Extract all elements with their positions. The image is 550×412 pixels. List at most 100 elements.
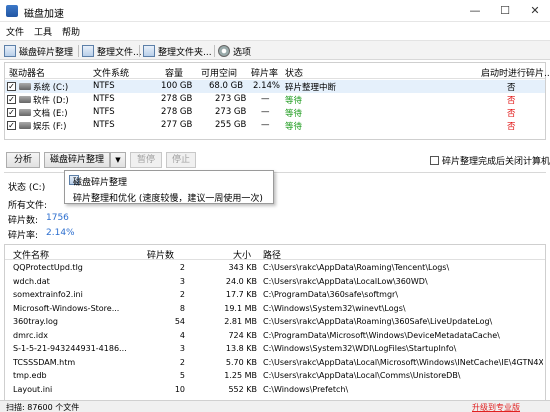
col-frag-rate[interactable]: 碎片率 (251, 66, 278, 79)
drive-status: 等待 (285, 96, 303, 106)
drive-capacity: 100 GB (161, 81, 193, 91)
drive-checkbox[interactable]: ✓ (7, 82, 16, 91)
col-drive-name[interactable]: 驱动器名 (9, 66, 45, 79)
col-capacity[interactable]: 容量 (165, 66, 183, 79)
drive-checkbox[interactable]: ✓ (7, 121, 16, 130)
file-size: 17.7 KB (225, 290, 257, 299)
file-frags: 2 (179, 357, 185, 367)
drive-icon (19, 122, 31, 129)
file-path: C:\Users\rakc\AppData\LocalLow\360WD\ (263, 276, 428, 286)
file-row[interactable]: TCSSSDAM.htm 2 5.70 KB C:\Users\rakc\AppDat… (5, 358, 545, 369)
col-file-name[interactable]: 文件名称 (13, 248, 49, 261)
drive-fs: NTFS (93, 107, 115, 117)
status-label: 状态 (C:) (8, 183, 46, 193)
file-size: 1.25 MB (224, 371, 257, 380)
action-bar: 分析 磁盘碎片整理 ▼ 暂停 停止 碎片整理完成后关闭计算机 (0, 152, 550, 170)
file-path: C:\Users\rakc\AppData\Local\Comms\Unisto… (263, 371, 461, 380)
col-path[interactable]: 路径 (263, 248, 281, 261)
drive-fs: NTFS (93, 94, 115, 104)
file-frags: 3 (179, 344, 185, 353)
drive-free: 68.0 GB (209, 81, 244, 91)
defrag-toolbar-button[interactable]: 磁盘碎片整理 (4, 43, 73, 59)
drive-frag: — (261, 107, 270, 117)
file-size: 19.1 MB (224, 303, 257, 313)
file-row[interactable]: QQProtectUpd.tlg 2 343 KB C:\Users\rakc\App… (5, 263, 545, 274)
upgrade-link[interactable]: 升级到专业版 (472, 402, 520, 412)
drive-startup: 否 (507, 83, 516, 93)
file-path: C:\Users\rakc\AppData\Local\Microsoft\Wi… (263, 357, 543, 367)
minimize-button[interactable]: — (460, 0, 490, 22)
menu-item-defrag-label: 磁盘碎片整理 (73, 178, 128, 188)
gear-icon (218, 45, 230, 57)
close-button[interactable]: ✕ (520, 0, 550, 22)
file-path: C:\Windows\System32\winevt\Logs\ (263, 303, 406, 313)
file-path: C:\Windows\Prefetch\ (263, 384, 349, 394)
defrag-dropdown-menu: 磁盘碎片整理 碎片整理和优化 (速度较慢，建议一周使用一次) (64, 170, 274, 204)
file-row[interactable]: somextrainfo2.ini 2 17.7 KB C:\ProgramData\… (5, 290, 545, 301)
drive-capacity: 277 GB (161, 120, 193, 130)
file-size: 24.0 KB (225, 276, 257, 286)
col-startup[interactable]: 启动时进行碎片... (481, 66, 550, 79)
col-size[interactable]: 大小 (233, 248, 251, 261)
file-name: Layout.ini (13, 384, 53, 394)
title-bar: 磁盘加速 — ☐ ✕ (0, 0, 550, 22)
drive-row[interactable]: ✓ 软件 (D:) NTFS 278 GB 273 GB — 等待 否 (5, 93, 545, 106)
file-size: 724 KB (228, 330, 257, 340)
drive-row[interactable]: ✓ 系统 (C:) NTFS 100 GB 68.0 GB 2.14% 碎片整理… (5, 80, 545, 93)
options-label: 选项 (233, 47, 252, 58)
file-frags: 2 (179, 263, 185, 272)
defrag-folder-button[interactable]: 整理文件夹... (143, 43, 212, 59)
defrag-file-button[interactable]: 整理文件... (82, 43, 142, 59)
defrag-button[interactable]: 磁盘碎片整理 (44, 152, 110, 168)
file-row[interactable]: S-1-5-21-943244931-4186... 3 13.8 KB C:\Win… (5, 344, 545, 355)
file-table-header: 文件名称 碎片数 大小 路径 (5, 245, 545, 261)
col-frag-count[interactable]: 碎片数 (147, 248, 174, 261)
drive-status: 等待 (285, 109, 303, 119)
drive-checkbox[interactable]: ✓ (7, 95, 16, 104)
file-row[interactable]: tmp.edb 5 1.25 MB C:\Users\rakc\AppData\Loc… (5, 371, 545, 382)
drive-row[interactable]: ✓ 文档 (E:) NTFS 278 GB 273 GB — 等待 否 (5, 106, 545, 119)
drive-frag: — (261, 94, 270, 104)
menu-file[interactable]: 文件 (6, 25, 24, 38)
menu-item-defrag[interactable]: 磁盘碎片整理 (65, 172, 273, 188)
col-free-space[interactable]: 可用空间 (201, 66, 237, 79)
file-row[interactable]: Microsoft-Windows-Store... 8 19.1 MB C:\Win… (5, 304, 545, 315)
shutdown-checkbox[interactable]: 碎片整理完成后关闭计算机 (430, 154, 550, 167)
menu-tools[interactable]: 工具 (34, 25, 52, 38)
col-filesystem[interactable]: 文件系统 (93, 66, 129, 79)
file-size: 552 KB (228, 384, 257, 394)
stop-button[interactable]: 停止 (166, 152, 196, 168)
file-icon (82, 45, 94, 57)
file-size: 5.70 KB (225, 357, 257, 367)
file-row[interactable]: dmrc.idx 4 724 KB C:\ProgramData\Microsoft\… (5, 331, 545, 342)
analyze-button[interactable]: 分析 (6, 152, 40, 168)
frag-count-value: 1756 (46, 213, 69, 223)
pause-button[interactable]: 暂停 (130, 152, 162, 168)
defrag-file-label: 整理文件... (97, 47, 142, 58)
file-row[interactable]: Layout.ini 10 552 KB C:\Windows\Prefetch\ (5, 385, 545, 396)
frag-count-label: 碎片数: (8, 216, 39, 226)
menu-item-defrag-optimize-label: 碎片整理和优化 (速度较慢，建议一周使用一次) (73, 194, 263, 204)
file-row[interactable]: wdch.dat 3 24.0 KB C:\Users\rakc\AppData\Lo… (5, 277, 545, 288)
col-status[interactable]: 状态 (285, 66, 303, 79)
drive-free: 255 GB (215, 120, 247, 130)
drive-name: 软件 (D:) (33, 96, 69, 106)
options-button[interactable]: 选项 (218, 43, 251, 59)
menu-help[interactable]: 帮助 (62, 25, 80, 38)
file-row[interactable]: 360tray.log 54 2.81 MB C:\Users\rakc\AppDat… (5, 317, 545, 328)
drive-checkbox[interactable]: ✓ (7, 108, 16, 117)
toolbar-separator (139, 45, 140, 57)
shutdown-checkbox-box[interactable] (430, 156, 439, 165)
folder-icon (143, 45, 155, 57)
file-size: 13.8 KB (225, 344, 257, 353)
defrag-dropdown-arrow[interactable]: ▼ (110, 152, 126, 168)
status-bar: 扫描: 87600 个文件 升级到专业版 (0, 400, 550, 412)
file-path: C:\Windows\System32\WDI\LogFiles\Startup… (263, 344, 457, 353)
file-size: 2.81 MB (224, 317, 257, 326)
maximize-button[interactable]: ☐ (490, 0, 520, 22)
file-path: C:\ProgramData\Microsoft\Windows\DeviceM… (263, 330, 500, 340)
file-name: QQProtectUpd.tlg (13, 263, 83, 272)
menu-item-defrag-optimize[interactable]: 碎片整理和优化 (速度较慢，建议一周使用一次) (65, 188, 273, 204)
drive-row[interactable]: ✓ 娱乐 (F:) NTFS 277 GB 255 GB — 等待 否 (5, 119, 545, 132)
drive-capacity: 278 GB (161, 107, 193, 117)
